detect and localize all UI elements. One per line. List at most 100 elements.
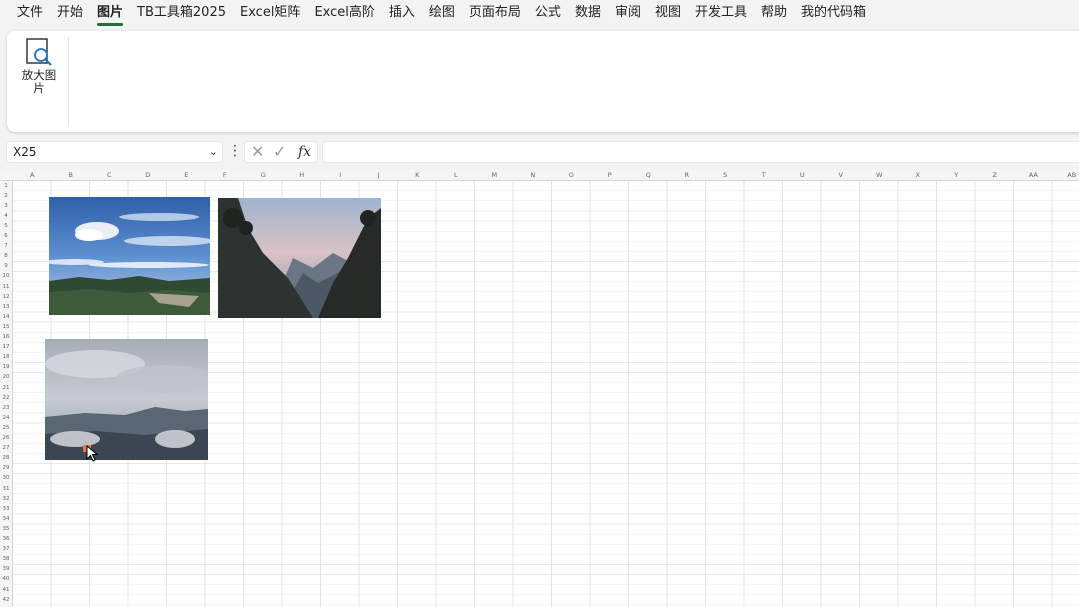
row-header[interactable]: 3 — [0, 203, 12, 210]
picture-mountain-valley[interactable] — [218, 198, 381, 318]
column-header[interactable]: Y — [937, 170, 976, 181]
menu-item-2[interactable]: 图片 — [90, 0, 130, 28]
column-header[interactable]: S — [706, 170, 745, 181]
column-header[interactable]: O — [552, 170, 591, 181]
menu-item-12[interactable]: 视图 — [648, 0, 688, 28]
menu-item-11[interactable]: 审阅 — [608, 0, 648, 28]
column-header[interactable]: AA — [1014, 170, 1053, 181]
column-header[interactable]: H — [283, 170, 322, 181]
row-header[interactable]: 38 — [0, 556, 12, 563]
row-header[interactable]: 13 — [0, 304, 12, 311]
menu-item-5[interactable]: Excel高阶 — [307, 0, 381, 28]
row-header[interactable]: 30 — [0, 475, 12, 482]
chevron-down-icon[interactable]: ⌄ — [209, 142, 218, 162]
row-header[interactable]: 1 — [0, 183, 12, 190]
column-header[interactable]: P — [591, 170, 630, 181]
row-header[interactable]: 40 — [0, 576, 12, 583]
column-header[interactable]: N — [514, 170, 553, 181]
column-header[interactable]: T — [745, 170, 784, 181]
column-header[interactable]: Q — [629, 170, 668, 181]
row-header[interactable]: 36 — [0, 536, 12, 543]
row-header[interactable]: 2 — [0, 193, 12, 200]
row-header[interactable]: 4 — [0, 213, 12, 220]
picture-cloudy-mist[interactable] — [45, 339, 208, 460]
column-header[interactable]: E — [167, 170, 206, 181]
menu-item-0[interactable]: 文件 — [10, 0, 50, 28]
row-header[interactable]: 39 — [0, 566, 12, 573]
row-header[interactable]: 14 — [0, 314, 12, 321]
row-header[interactable]: 7 — [0, 243, 12, 250]
row-header[interactable]: 32 — [0, 496, 12, 503]
row-header[interactable]: 25 — [0, 425, 12, 432]
row-header[interactable]: 28 — [0, 455, 12, 462]
row-header[interactable]: 22 — [0, 395, 12, 402]
menu-item-4[interactable]: Excel矩阵 — [233, 0, 307, 28]
menu-item-10[interactable]: 数据 — [568, 0, 608, 28]
ribbon: 放大图片 — [7, 31, 1079, 132]
row-header[interactable]: 12 — [0, 294, 12, 301]
column-header[interactable]: L — [437, 170, 476, 181]
menu-item-9[interactable]: 公式 — [528, 0, 568, 28]
zoom-image-button[interactable]: 放大图片 — [15, 37, 63, 107]
row-header[interactable]: 23 — [0, 405, 12, 412]
column-header[interactable]: B — [52, 170, 91, 181]
mountain-photo-image — [218, 198, 381, 318]
row-header[interactable]: 27 — [0, 445, 12, 452]
column-header[interactable]: K — [398, 170, 437, 181]
menu-item-8[interactable]: 页面布局 — [462, 0, 528, 28]
column-header[interactable]: G — [244, 170, 283, 181]
row-header[interactable]: 10 — [0, 273, 12, 280]
row-header[interactable]: 34 — [0, 516, 12, 523]
column-header[interactable]: Z — [976, 170, 1015, 181]
ribbon-separator — [68, 37, 69, 125]
row-header[interactable]: 17 — [0, 344, 12, 351]
menu-item-3[interactable]: TB工具箱2025 — [130, 0, 233, 28]
row-header[interactable]: 15 — [0, 324, 12, 331]
row-header[interactable]: 6 — [0, 233, 12, 240]
confirm-icon[interactable]: ✓ — [273, 142, 286, 162]
row-header[interactable]: 26 — [0, 435, 12, 442]
more-options-icon[interactable]: ⋮ — [228, 142, 242, 160]
picture-sky-valley[interactable] — [49, 197, 210, 315]
insert-function-button[interactable]: fx — [298, 142, 311, 162]
menu-item-1[interactable]: 开始 — [50, 0, 90, 28]
row-header[interactable]: 20 — [0, 374, 12, 381]
column-header[interactable]: J — [360, 170, 399, 181]
row-header[interactable]: 29 — [0, 465, 12, 472]
column-header[interactable]: X — [899, 170, 938, 181]
column-header[interactable]: I — [321, 170, 360, 181]
row-header[interactable]: 31 — [0, 486, 12, 493]
column-header[interactable]: A — [13, 170, 52, 181]
column-header[interactable]: M — [475, 170, 514, 181]
row-header[interactable]: 35 — [0, 526, 12, 533]
column-header[interactable]: D — [129, 170, 168, 181]
column-header[interactable]: V — [822, 170, 861, 181]
row-header[interactable]: 37 — [0, 546, 12, 553]
row-header[interactable]: 9 — [0, 263, 12, 270]
column-header[interactable]: U — [783, 170, 822, 181]
row-header[interactable]: 18 — [0, 354, 12, 361]
column-header[interactable]: F — [206, 170, 245, 181]
menu-item-6[interactable]: 插入 — [382, 0, 422, 28]
row-header[interactable]: 42 — [0, 597, 12, 604]
row-header[interactable]: 24 — [0, 415, 12, 422]
row-header[interactable]: 11 — [0, 284, 12, 291]
column-header[interactable]: AB — [1053, 170, 1079, 181]
name-box[interactable]: X25 ⌄ — [6, 141, 223, 163]
column-header[interactable]: C — [90, 170, 129, 181]
cancel-icon[interactable]: ✕ — [251, 142, 264, 162]
formula-input[interactable] — [322, 141, 1079, 163]
row-header[interactable]: 19 — [0, 364, 12, 371]
row-header[interactable]: 16 — [0, 334, 12, 341]
menu-item-13[interactable]: 开发工具 — [688, 0, 754, 28]
row-header[interactable]: 21 — [0, 385, 12, 392]
column-header[interactable]: W — [860, 170, 899, 181]
column-header[interactable]: R — [668, 170, 707, 181]
menu-item-7[interactable]: 绘图 — [422, 0, 462, 28]
menu-item-15[interactable]: 我的代码箱 — [794, 0, 873, 28]
row-header[interactable]: 5 — [0, 223, 12, 230]
row-header[interactable]: 33 — [0, 506, 12, 513]
row-header[interactable]: 41 — [0, 587, 12, 594]
row-header[interactable]: 8 — [0, 253, 12, 260]
menu-item-14[interactable]: 帮助 — [754, 0, 794, 28]
